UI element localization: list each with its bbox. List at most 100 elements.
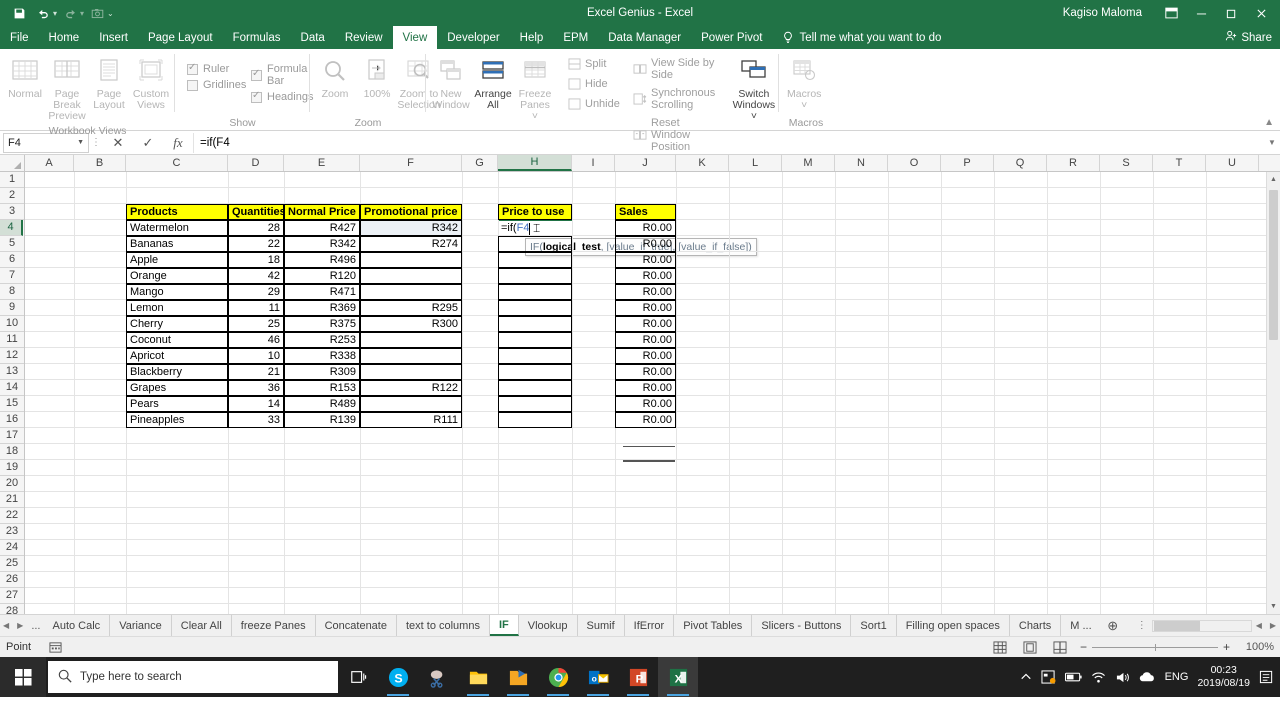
- collapse-ribbon-icon[interactable]: ▲: [1264, 117, 1274, 128]
- cell-F11[interactable]: [360, 332, 462, 348]
- column-header-L[interactable]: L: [729, 155, 782, 171]
- new-window-button[interactable]: New Window: [430, 52, 472, 113]
- column-header-E[interactable]: E: [284, 155, 360, 171]
- ribbon-display-options-icon[interactable]: [1156, 0, 1186, 26]
- cell-H10[interactable]: [498, 316, 572, 332]
- cell-J3[interactable]: Sales: [615, 204, 676, 220]
- cell-H15[interactable]: [498, 396, 572, 412]
- ribbon-tab-formulas[interactable]: Formulas: [223, 26, 291, 49]
- share-button[interactable]: Share: [1225, 30, 1272, 45]
- volume-icon[interactable]: [1115, 671, 1130, 684]
- row-header-15[interactable]: 15: [0, 396, 24, 412]
- row-header-25[interactable]: 25: [0, 556, 24, 572]
- cell-J8[interactable]: R0.00: [615, 284, 676, 300]
- row-header-8[interactable]: 8: [0, 284, 24, 300]
- cell-E9[interactable]: R369: [284, 300, 360, 316]
- column-header-P[interactable]: P: [941, 155, 994, 171]
- show-hidden-icons-icon[interactable]: [1020, 671, 1032, 683]
- cell-C12[interactable]: Apricot: [126, 348, 228, 364]
- column-header-B[interactable]: B: [74, 155, 126, 171]
- row-header-1[interactable]: 1: [0, 172, 24, 188]
- column-header-Q[interactable]: Q: [994, 155, 1047, 171]
- tell-me-search[interactable]: Tell me what you want to do: [772, 26, 951, 49]
- task-view-button[interactable]: [338, 657, 378, 697]
- page-break-preview-button[interactable]: Page Break Preview: [46, 52, 88, 124]
- cell-C11[interactable]: Coconut: [126, 332, 228, 348]
- sheet-tab-if[interactable]: IF: [489, 615, 519, 636]
- column-header-R[interactable]: R: [1047, 155, 1100, 171]
- ribbon-tab-view[interactable]: View: [392, 26, 438, 49]
- taskbar-app-chrome[interactable]: [538, 657, 578, 697]
- formula-bar-checkbox-icon[interactable]: [251, 68, 262, 81]
- page-layout-button[interactable]: Page Layout: [88, 52, 130, 113]
- row-header-5[interactable]: 5: [0, 236, 24, 252]
- undo-icon[interactable]: [32, 3, 54, 23]
- cell-C15[interactable]: Pears: [126, 396, 228, 412]
- wifi-icon[interactable]: [1091, 671, 1106, 684]
- row-header-27[interactable]: 27: [0, 588, 24, 604]
- cell-E6[interactable]: R496: [284, 252, 360, 268]
- cell-area[interactable]: =if(F4 ⌶ IF(logical_test, [value_if_true…: [25, 172, 1280, 614]
- expand-formula-bar-icon[interactable]: ▼: [1264, 138, 1280, 147]
- select-all-corner[interactable]: [0, 155, 25, 171]
- ribbon-tab-file[interactable]: File: [0, 26, 39, 49]
- cell-D8[interactable]: 29: [228, 284, 284, 300]
- cell-D9[interactable]: 11: [228, 300, 284, 316]
- normal-view-status-button[interactable]: [990, 638, 1010, 656]
- cell-H3[interactable]: Price to use: [498, 204, 572, 220]
- cell-C9[interactable]: Lemon: [126, 300, 228, 316]
- switch-windows-button[interactable]: Switch Windows ˅: [733, 52, 775, 124]
- cell-J10[interactable]: R0.00: [615, 316, 676, 332]
- sheet-tab-sumif[interactable]: Sumif: [577, 615, 625, 636]
- row-header-3[interactable]: 3: [0, 204, 24, 220]
- cell-F16[interactable]: R111: [360, 412, 462, 428]
- macros-button[interactable]: Macros ˅: [783, 52, 825, 113]
- vertical-scroll-thumb[interactable]: [1269, 190, 1278, 340]
- clock[interactable]: 00:23 2019/08/19: [1197, 664, 1250, 690]
- cell-D7[interactable]: 42: [228, 268, 284, 284]
- quick-access-toolbar[interactable]: ▾ ▾ ⌄: [0, 3, 114, 23]
- redo-dropdown-icon[interactable]: ▾: [80, 9, 84, 18]
- custom-views-button[interactable]: Custom Views: [130, 52, 172, 113]
- cell-E7[interactable]: R120: [284, 268, 360, 284]
- cell-D10[interactable]: 25: [228, 316, 284, 332]
- cell-F5[interactable]: R274: [360, 236, 462, 252]
- row-header-13[interactable]: 13: [0, 364, 24, 380]
- taskbar-search[interactable]: Type here to search: [48, 661, 338, 693]
- checkbox-gridlines[interactable]: Gridlines: [187, 79, 246, 91]
- column-header-H[interactable]: H: [498, 155, 572, 171]
- sheet-tab-charts[interactable]: Charts: [1009, 615, 1062, 636]
- cell-E16[interactable]: R139: [284, 412, 360, 428]
- row-header-17[interactable]: 17: [0, 428, 24, 444]
- cell-C8[interactable]: Mango: [126, 284, 228, 300]
- zoom-100-button[interactable]: 100%: [356, 52, 398, 102]
- cell-F6[interactable]: [360, 252, 462, 268]
- ribbon-tab-page-layout[interactable]: Page Layout: [138, 26, 223, 49]
- next-sheet-icon[interactable]: ▶: [17, 621, 23, 630]
- close-button[interactable]: [1246, 0, 1276, 26]
- hide-button[interactable]: Hide: [564, 76, 618, 92]
- cell-H9[interactable]: [498, 300, 572, 316]
- battery-icon[interactable]: [1064, 672, 1082, 683]
- cell-H14[interactable]: [498, 380, 572, 396]
- cell-J7[interactable]: R0.00: [615, 268, 676, 284]
- ribbon-tab-home[interactable]: Home: [39, 26, 90, 49]
- cell-H5[interactable]: [498, 236, 572, 252]
- cell-J14[interactable]: R0.00: [615, 380, 676, 396]
- row-header-28[interactable]: 28: [0, 604, 24, 614]
- cell-F15[interactable]: [360, 396, 462, 412]
- sheet-tab-sort1[interactable]: Sort1: [851, 615, 897, 636]
- cell-E5[interactable]: R342: [284, 236, 360, 252]
- taskbar-app-skype[interactable]: S: [378, 657, 418, 697]
- column-header-M[interactable]: M: [782, 155, 835, 171]
- cell-J11[interactable]: R0.00: [615, 332, 676, 348]
- onedrive-notification-icon[interactable]: [1041, 670, 1056, 684]
- cell-J16[interactable]: R0.00: [615, 412, 676, 428]
- headings-checkbox-icon[interactable]: [251, 90, 262, 103]
- page-break-view-status-button[interactable]: [1050, 638, 1070, 656]
- column-header-N[interactable]: N: [835, 155, 888, 171]
- horizontal-scroll-thumb[interactable]: [1153, 620, 1200, 631]
- sheet-tab-slicers-buttons[interactable]: Slicers - Buttons: [752, 615, 852, 636]
- minimize-button[interactable]: [1186, 0, 1216, 26]
- cell-E13[interactable]: R309: [284, 364, 360, 380]
